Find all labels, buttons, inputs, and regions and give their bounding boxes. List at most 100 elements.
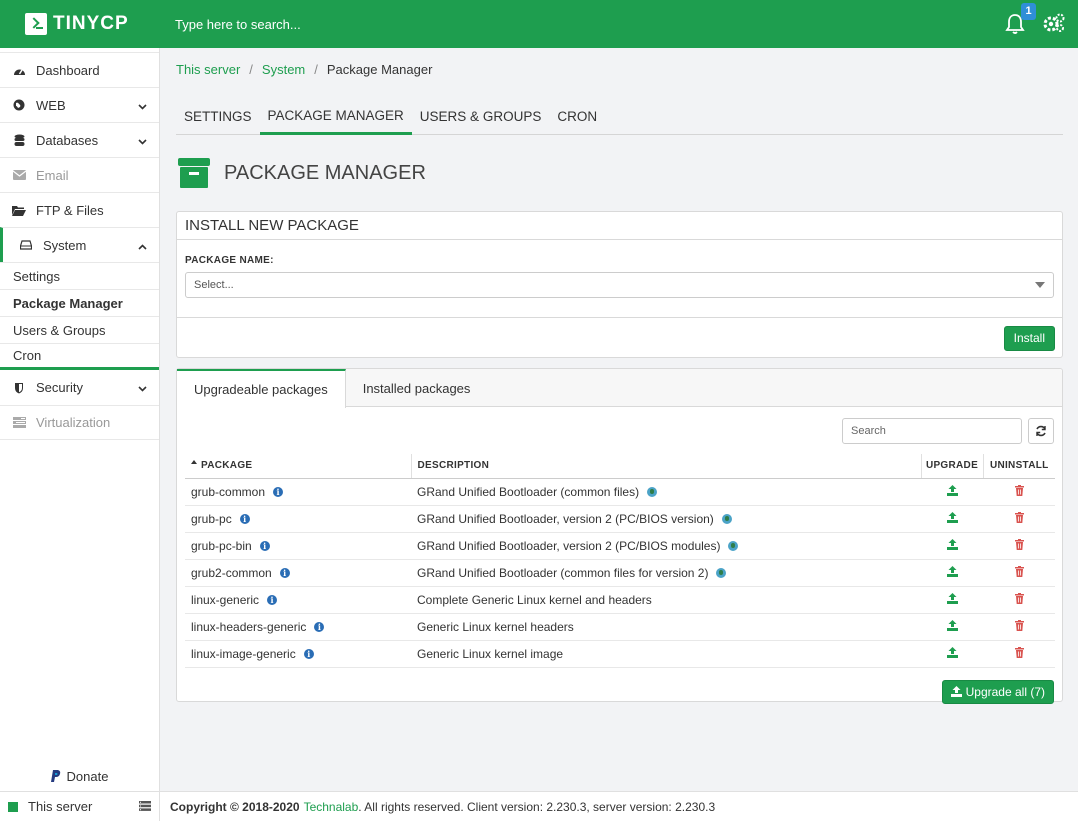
package-description: Complete Generic Linux kernel and header…: [417, 592, 652, 607]
tab-users-groups[interactable]: USERS & GROUPS: [412, 98, 550, 134]
table-row: grub2-common i GRand Unified Bootloader (c…: [185, 559, 1055, 587]
uninstall-package-button[interactable]: [1014, 565, 1024, 580]
upgrade-package-button[interactable]: [946, 646, 958, 661]
description-cell: Generic Linux kernel image: [411, 640, 921, 668]
uninstall-package-button[interactable]: [1014, 619, 1024, 634]
package-name: grub2-common: [191, 565, 272, 580]
sidebar-item-databases[interactable]: Databases: [0, 122, 159, 157]
donate-link[interactable]: Donate: [0, 769, 159, 785]
upgrade-package-button[interactable]: [946, 511, 958, 526]
sidebar-item-security[interactable]: Security: [0, 370, 159, 405]
breadcrumb-this-server[interactable]: This server: [176, 62, 240, 77]
uninstall-package-button[interactable]: [1014, 646, 1024, 661]
sidebar-item-system[interactable]: System: [0, 227, 159, 262]
install-package-panel: INSTALL NEW PACKAGE PACKAGE NAME: Select…: [176, 211, 1063, 358]
package-description: GRand Unified Bootloader, version 2 (PC/…: [417, 538, 721, 553]
refresh-button[interactable]: [1028, 417, 1054, 444]
footer-company-link[interactable]: Technalab: [304, 800, 359, 814]
uninstall-package-button[interactable]: [1014, 538, 1024, 553]
upgrade-package-button[interactable]: [946, 619, 958, 634]
main-content: This server / System / Package Manager S…: [176, 48, 1063, 704]
sidebar-item-virtualization[interactable]: Virtualization: [0, 405, 159, 440]
breadcrumb-system[interactable]: System: [262, 62, 305, 77]
upload-icon: [946, 484, 958, 496]
server-list-icon[interactable]: [139, 799, 151, 814]
info-icon[interactable]: i: [303, 649, 314, 660]
description-cell: Generic Linux kernel headers: [411, 613, 921, 641]
donate-label: Donate: [66, 768, 109, 784]
tab-upgradeable-packages[interactable]: Upgradeable packages: [177, 369, 346, 408]
server-selector[interactable]: This server: [0, 791, 159, 821]
uninstall-package-button[interactable]: [1014, 592, 1024, 607]
globe-icon[interactable]: [721, 514, 732, 525]
package-cell: grub-pc-bin i: [185, 532, 411, 560]
sidebar-subitem-package-manager[interactable]: Package Manager: [0, 289, 159, 316]
uninstall-cell: [983, 478, 1055, 506]
trash-icon: [1014, 565, 1024, 577]
sidebar-subitem-cron[interactable]: Cron: [0, 343, 159, 370]
settings-button[interactable]: [1042, 12, 1066, 37]
package-name: grub-pc: [191, 511, 232, 526]
notification-badge: 1: [1021, 3, 1036, 20]
upgrade-package-button[interactable]: [946, 538, 958, 553]
package-name: linux-generic: [191, 592, 260, 607]
globe-icon[interactable]: [716, 568, 727, 579]
sidebar-item-ftp-files[interactable]: FTP & Files: [0, 192, 159, 227]
breadcrumb-separator: /: [249, 61, 253, 77]
package-description: GRand Unified Bootloader (common files f…: [417, 565, 709, 580]
description-cell: GRand Unified Bootloader, version 2 (PC/…: [411, 532, 921, 560]
install-button[interactable]: Install: [1003, 325, 1055, 351]
upgrade-all-button[interactable]: Upgrade all (7): [941, 679, 1054, 704]
tab-settings[interactable]: SETTINGS: [176, 98, 260, 134]
notifications-button[interactable]: 1: [1004, 3, 1036, 35]
package-search-input[interactable]: Search: [842, 417, 1022, 444]
trash-icon: [1014, 619, 1024, 631]
column-header-description[interactable]: DESCRIPTION: [410, 454, 921, 479]
sidebar-subitem-settings[interactable]: Settings: [0, 262, 159, 289]
uninstall-package-button[interactable]: [1014, 511, 1024, 526]
info-icon[interactable]: i: [273, 487, 284, 498]
package-name: linux-headers-generic: [191, 619, 307, 634]
chevron-down-icon: [138, 380, 147, 395]
tab-cron[interactable]: CRON: [549, 98, 605, 134]
uninstall-cell: [983, 505, 1055, 533]
package-cell: linux-generic i: [185, 586, 411, 614]
globe-icon[interactable]: [728, 541, 739, 552]
sidebar-item-email[interactable]: Email: [0, 157, 159, 192]
info-icon[interactable]: i: [267, 595, 278, 606]
sidebar-item-label: WEB: [36, 97, 66, 113]
description-cell: GRand Unified Bootloader (common files): [411, 478, 921, 506]
uninstall-package-button[interactable]: [1014, 484, 1024, 499]
tab-package-manager[interactable]: PACKAGE MANAGER: [259, 98, 412, 135]
package-description: Generic Linux kernel image: [417, 646, 564, 661]
upgrade-package-button[interactable]: [946, 592, 958, 607]
sidebar-item-web[interactable]: WEB: [0, 87, 159, 122]
tasks-icon: [12, 416, 26, 430]
upgrade-package-button[interactable]: [946, 484, 958, 499]
column-header-upgrade: UPGRADE: [920, 454, 983, 479]
info-icon[interactable]: i: [314, 622, 325, 633]
info-icon[interactable]: i: [239, 514, 250, 525]
globe-icon[interactable]: [647, 487, 658, 498]
package-description: Generic Linux kernel headers: [417, 619, 574, 634]
description-cell: GRand Unified Bootloader (common files f…: [411, 559, 921, 587]
install-panel-title: INSTALL NEW PACKAGE: [177, 212, 1062, 240]
upload-icon: [950, 686, 962, 697]
tab-installed-packages[interactable]: Installed packages: [346, 369, 488, 407]
upload-icon: [946, 565, 958, 577]
sidebar-item-label: System: [43, 237, 87, 253]
sidebar-item-dashboard[interactable]: Dashboard: [0, 52, 159, 87]
brand[interactable]: TINYCP: [0, 0, 159, 48]
packages-table: PACKAGE DESCRIPTION UPGRADE UNINSTALL gr…: [185, 454, 1055, 668]
global-search-input[interactable]: Type here to search...: [175, 17, 1004, 32]
info-icon[interactable]: i: [279, 568, 290, 579]
package-name-select[interactable]: Select...: [185, 272, 1054, 298]
info-icon[interactable]: i: [259, 541, 270, 552]
column-header-package-label: PACKAGE: [201, 460, 253, 472]
upload-icon: [946, 511, 958, 523]
upgrade-cell: [921, 640, 983, 668]
globe-icon: [12, 98, 26, 112]
sidebar-subitem-users-groups[interactable]: Users & Groups: [0, 316, 159, 343]
upgrade-package-button[interactable]: [946, 565, 958, 580]
column-header-package[interactable]: PACKAGE: [185, 454, 411, 479]
